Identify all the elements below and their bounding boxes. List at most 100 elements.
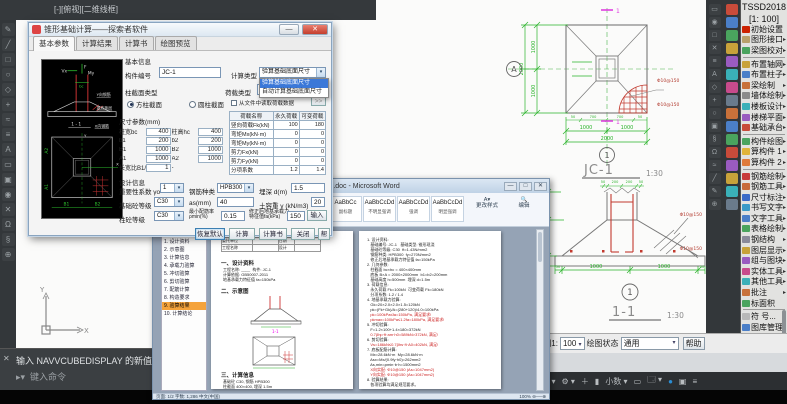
status-toggle-icon[interactable]: ▣	[679, 377, 687, 386]
tool-icon[interactable]: ✎	[2, 23, 15, 36]
acad-tool-icon[interactable]: □	[709, 30, 721, 41]
acad-tool-icon[interactable]: Ω	[709, 147, 721, 158]
status-toggle-icon[interactable]: 小数 ▾	[605, 376, 627, 387]
size-value-input[interactable]: 1	[146, 164, 171, 172]
nav-heading-item[interactable]: 2. 示意图	[162, 246, 206, 254]
word-minimize-button[interactable]: —	[504, 182, 517, 191]
tssd-menu-item[interactable]: 实体工具▸	[741, 266, 787, 277]
tool-icon[interactable]: ✕	[2, 203, 15, 216]
tool-icon[interactable]: ≈	[2, 113, 15, 126]
tssd-tool-icon[interactable]	[726, 30, 738, 41]
nav-heading-item[interactable]: 8. 构造要求	[162, 294, 206, 302]
tab-draw-preview[interactable]: 绘图预览	[155, 36, 197, 50]
file-browse-button[interactable]: >>	[311, 97, 326, 106]
tool-icon[interactable]: +	[2, 98, 15, 111]
tab-basic-params[interactable]: 基本参数	[33, 36, 75, 51]
tssd-menu-item[interactable]: 楼梯平面▸	[741, 112, 787, 123]
tssd-menu-item[interactable]: 钢结构▸	[741, 234, 787, 245]
load-value-cell[interactable]: 0	[299, 130, 325, 139]
tssd-tool-icon[interactable]	[726, 69, 738, 80]
load-value-cell[interactable]: 0	[273, 148, 299, 157]
read-load-file-checkbox[interactable]: 从文件中读取荷载数据	[231, 99, 294, 107]
tool-icon[interactable]: §	[2, 233, 15, 246]
size-value-input[interactable]: 400	[198, 128, 223, 136]
rho-input[interactable]: 0.15	[221, 211, 245, 221]
tssd-tool-icon[interactable]	[726, 199, 738, 210]
tssd-help-button[interactable]: 帮助	[683, 337, 705, 350]
change-style-button[interactable]: A▾更改样式	[471, 197, 503, 209]
nav-heading-item[interactable]: 3. 计算信息	[162, 254, 206, 262]
acad-tool-icon[interactable]: ▭	[709, 4, 721, 15]
tssd-menu-item[interactable]: 图层显示▸	[741, 245, 787, 256]
acad-tool-icon[interactable]: ✕	[709, 43, 721, 54]
nav-heading-item[interactable]: 4. 承载力验算	[162, 262, 206, 270]
tssd-menu-item[interactable]: 构件绘图▸	[741, 136, 787, 147]
draw-state-combo[interactable]: 通用 ▾	[621, 337, 679, 350]
depth-input[interactable]: 1.5	[291, 183, 325, 193]
tssd-tool-icon[interactable]	[726, 121, 738, 132]
acad-tool-icon[interactable]: §	[709, 134, 721, 145]
tssd-menu-item[interactable]: 批注▸	[741, 287, 787, 298]
acad-tool-icon[interactable]: A	[709, 69, 721, 80]
tssd-menu-item[interactable]: 书写文字▸	[741, 203, 787, 214]
tssd-menu-item[interactable]: 墙体绘制▸	[741, 91, 787, 102]
tssd-menu-item[interactable]: 标面积	[741, 298, 787, 309]
size-value-input[interactable]: 1000	[198, 146, 223, 154]
style-tile[interactable]: AaBbCcDd强调	[397, 196, 430, 222]
tssd-menu-item[interactable]: 梁图校对▸	[741, 45, 787, 56]
tssd-tool-icon[interactable]	[726, 82, 738, 93]
tab-calc-results[interactable]: 计算结果	[76, 36, 118, 50]
tssd-menu-item[interactable]: 图库管理	[741, 322, 787, 333]
word-close-button[interactable]: ✕	[534, 182, 547, 191]
as-input[interactable]: 40	[217, 197, 254, 207]
acad-tool-icon[interactable]: ≡	[709, 56, 721, 67]
load-value-cell[interactable]: 0	[299, 157, 325, 166]
tssd-menu-item[interactable]: 组与图块▸	[741, 255, 787, 266]
tssd-menu-item[interactable]: 钢筋绘制▸	[741, 171, 787, 182]
status-toggle-icon[interactable]: 🗔 ▾	[647, 374, 662, 388]
calc-book-button[interactable]: 计算书	[259, 228, 287, 240]
load-value-cell[interactable]: 0	[273, 139, 299, 148]
calc-type-combo[interactable]: 验算基础底面尺寸	[259, 67, 326, 78]
tssd-menu-item[interactable]: 其他工具▸	[741, 277, 787, 288]
tssd-menu-item[interactable]: 钢筋工具▸	[741, 181, 787, 192]
acad-tool-icon[interactable]: ≈	[709, 160, 721, 171]
dropdown-option-1[interactable]: 验算基础底面尺寸	[260, 79, 328, 88]
word-maximize-button[interactable]: □	[519, 182, 532, 191]
acad-tool-icon[interactable]: ╱	[709, 173, 721, 184]
tool-icon[interactable]: ▭	[2, 158, 15, 171]
dialog-minimize-button[interactable]: —	[279, 24, 299, 35]
command-close-icon[interactable]: ✕	[3, 354, 10, 363]
size-value-input[interactable]: 1000	[146, 146, 171, 154]
tssd-tool-icon[interactable]	[726, 108, 738, 119]
acad-tool-icon[interactable]: ◇	[709, 82, 721, 93]
acad-tool-icon[interactable]: ⊕	[709, 199, 721, 210]
tool-icon[interactable]: ╱	[2, 38, 15, 51]
tssd-menu-item[interactable]: 梁绘制▸	[741, 80, 787, 91]
steel-combo[interactable]: HPB300	[217, 183, 254, 193]
acad-tool-icon[interactable]: ○	[709, 108, 721, 119]
acad-tool-icon[interactable]: ✎	[709, 186, 721, 197]
tssd-tool-icon[interactable]	[726, 186, 738, 197]
load-value-cell[interactable]: 0	[273, 157, 299, 166]
tssd-tool-icon[interactable]	[726, 95, 738, 106]
load-value-cell[interactable]: 180	[299, 121, 325, 130]
size-value-input[interactable]: 1000	[198, 155, 223, 163]
tssd-menu-item[interactable]: 表格绘制▸	[741, 224, 787, 235]
doc-page-1[interactable]: 委托单位日期 工程名称设计 一、设计资料 工程名称: ____ 构件: JC-1…	[211, 231, 353, 389]
size-value-input[interactable]: 1000	[146, 155, 171, 163]
tool-icon[interactable]: ◉	[2, 188, 15, 201]
foundation-calc-dialog[interactable]: 锥形基础计算——探索者软件 — ✕ 基本参数 计算结果 计算书 绘图预览 F M…	[28, 22, 332, 236]
radio-square-column[interactable]: 方柱截面	[127, 99, 162, 109]
dialog-titlebar[interactable]: 锥形基础计算——探索者软件 — ✕	[29, 23, 331, 37]
acad-tool-icon[interactable]: ◉	[709, 17, 721, 28]
nav-heading-item[interactable]: 6. 剪切验算	[162, 278, 206, 286]
viewport-controls[interactable]: [-][俯视][二维线框]	[0, 0, 376, 20]
dialog-close-button[interactable]: ✕	[302, 24, 328, 35]
size-value-input[interactable]: 200	[198, 137, 223, 145]
help-button[interactable]: 帮助	[318, 228, 330, 240]
tssd-tool-icon[interactable]	[726, 134, 738, 145]
load-value-cell[interactable]: 0	[273, 130, 299, 139]
word-zoom-control[interactable]: 100% ⊖──⊕	[519, 394, 546, 399]
tool-icon[interactable]: Ω	[2, 218, 15, 231]
